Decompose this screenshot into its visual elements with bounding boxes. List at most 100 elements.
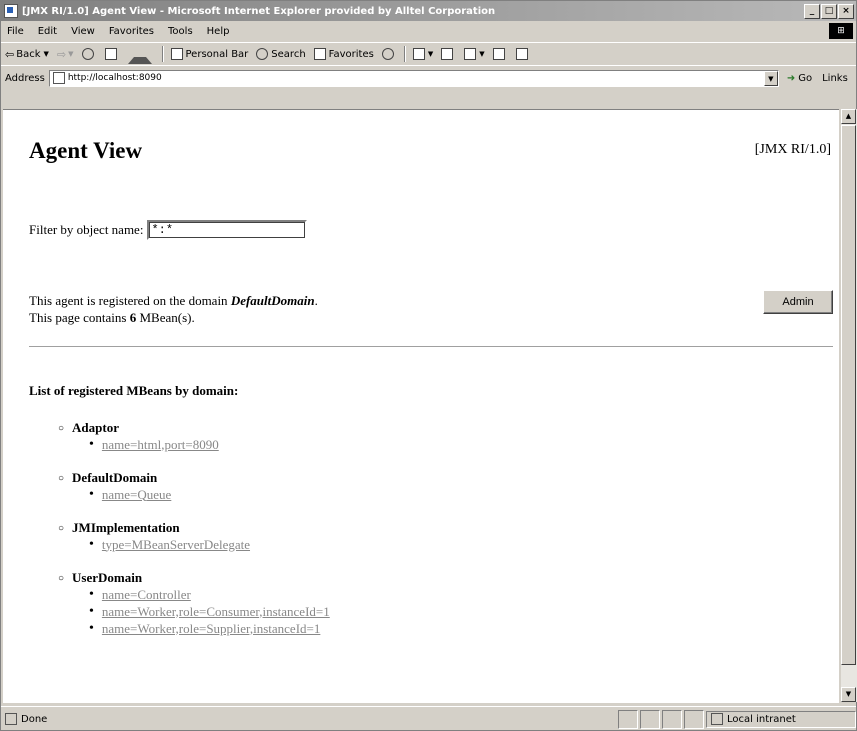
mbean-link[interactable]: name=Worker,role=Supplier,instanceId=1 bbox=[102, 621, 320, 637]
mail-icon bbox=[412, 48, 425, 60]
print-button[interactable] bbox=[437, 48, 460, 60]
domain-list: Adaptor name=html,port=8090 DefaultDomai… bbox=[58, 420, 330, 654]
domain-name: DefaultDomain bbox=[230, 293, 315, 308]
word-icon bbox=[464, 48, 477, 60]
refresh-button[interactable] bbox=[101, 48, 124, 60]
links-button[interactable]: Links bbox=[822, 73, 848, 84]
search-button[interactable]: Search bbox=[252, 48, 309, 60]
domain-item: UserDomain name=Controller name=Worker,r… bbox=[58, 570, 330, 637]
go-arrow-icon: ➜ bbox=[786, 72, 796, 84]
scroll-thumb[interactable] bbox=[841, 125, 856, 665]
menu-favorites[interactable]: Favorites bbox=[103, 26, 162, 37]
favorites-icon bbox=[313, 48, 326, 60]
status-text: Done bbox=[21, 713, 48, 725]
mbean-link[interactable]: name=Queue bbox=[102, 487, 171, 503]
status-cell bbox=[640, 709, 660, 729]
address-bar: Address http://localhost:8090 ▼ ➜ Go Lin… bbox=[1, 65, 856, 90]
browser-window: [JMX RI/1.0] Agent View - Microsoft Inte… bbox=[0, 0, 857, 731]
list-item: name=Worker,role=Consumer,instanceId=1 bbox=[102, 603, 330, 620]
scroll-up-icon[interactable]: ▲ bbox=[841, 109, 856, 124]
scroll-down-icon[interactable]: ▼ bbox=[841, 687, 856, 702]
status-cell bbox=[684, 709, 704, 729]
status-cell bbox=[618, 709, 638, 729]
domain-name: JMImplementation bbox=[58, 520, 330, 536]
list-item: name=Controller bbox=[102, 586, 330, 603]
messenger-icon bbox=[515, 48, 528, 60]
page-done-icon bbox=[5, 713, 17, 725]
stop-icon bbox=[81, 48, 94, 60]
back-label: Back bbox=[16, 48, 41, 60]
intranet-icon bbox=[711, 713, 723, 725]
menu-view[interactable]: View bbox=[65, 26, 103, 37]
domain-item: Adaptor name=html,port=8090 bbox=[58, 420, 330, 453]
personal-bar-label: Personal Bar bbox=[185, 48, 249, 60]
refresh-icon bbox=[104, 48, 117, 60]
mbean-link[interactable]: name=Controller bbox=[102, 587, 191, 603]
mail-dropdown-icon: ▼ bbox=[427, 50, 434, 58]
go-label: Go bbox=[798, 72, 813, 84]
personal-bar-icon bbox=[170, 48, 183, 60]
title-bar: [JMX RI/1.0] Agent View - Microsoft Inte… bbox=[1, 1, 856, 21]
toolbar-divider bbox=[403, 46, 406, 62]
favorites-label: Favorites bbox=[328, 48, 374, 60]
forward-dropdown-icon: ▼ bbox=[68, 50, 74, 58]
home-button[interactable] bbox=[124, 45, 159, 64]
filter-label: Filter by object name: bbox=[29, 222, 144, 237]
divider bbox=[29, 346, 833, 348]
history-icon bbox=[381, 48, 394, 60]
close-button[interactable]: × bbox=[838, 3, 854, 19]
agent-info: This agent is registered on the domain D… bbox=[29, 292, 318, 326]
domain-name: Adaptor bbox=[58, 420, 330, 436]
menu-edit[interactable]: Edit bbox=[32, 26, 65, 37]
page-icon bbox=[52, 72, 65, 84]
count-prefix: This page contains bbox=[29, 310, 130, 325]
page-content: Agent View [JMX RI/1.0] Filter by object… bbox=[3, 109, 839, 703]
history-button[interactable] bbox=[378, 48, 401, 60]
home-icon bbox=[127, 45, 152, 64]
minimize-button[interactable]: _ bbox=[804, 3, 820, 19]
back-dropdown-icon[interactable]: ▼ bbox=[44, 50, 49, 58]
favorites-button[interactable]: Favorites bbox=[310, 48, 378, 60]
maximize-button[interactable]: □ bbox=[821, 3, 837, 19]
zone-label: Local intranet bbox=[727, 713, 796, 725]
zone-indicator: Local intranet bbox=[706, 710, 856, 728]
info-prefix: This agent is registered on the domain bbox=[29, 293, 231, 308]
forward-button[interactable]: ⇨ ▼ bbox=[53, 48, 78, 61]
filter-input[interactable] bbox=[147, 220, 308, 240]
list-item: type=MBeanServerDelegate bbox=[102, 536, 330, 553]
word-dropdown-icon: ▼ bbox=[479, 50, 485, 58]
status-bar: Done Local intranet bbox=[1, 706, 856, 731]
back-arrow-icon: ⇦ bbox=[5, 47, 15, 61]
info-suffix: . bbox=[314, 293, 318, 308]
domain-item: DefaultDomain name=Queue bbox=[58, 470, 330, 503]
menu-file[interactable]: File bbox=[1, 26, 32, 37]
list-heading: List of registered MBeans by domain: bbox=[29, 383, 239, 398]
forward-arrow-icon: ⇨ bbox=[56, 47, 67, 61]
go-button[interactable]: ➜ Go bbox=[787, 73, 812, 84]
status-cell bbox=[662, 709, 682, 729]
personal-bar-button[interactable]: Personal Bar bbox=[167, 48, 253, 60]
mail-button[interactable]: ▼ bbox=[409, 48, 437, 60]
mbean-link[interactable]: name=Worker,role=Consumer,instanceId=1 bbox=[102, 604, 330, 620]
domain-name: UserDomain bbox=[58, 570, 330, 586]
address-input[interactable]: http://localhost:8090 ▼ bbox=[48, 69, 779, 87]
admin-button[interactable]: Admin bbox=[763, 290, 833, 314]
messenger-button[interactable] bbox=[512, 48, 535, 60]
vertical-scrollbar[interactable]: ▲ ▼ bbox=[840, 109, 857, 702]
ie-icon bbox=[4, 4, 18, 18]
menu-help[interactable]: Help bbox=[201, 26, 238, 37]
filter-row: Filter by object name: bbox=[29, 220, 308, 240]
back-button[interactable]: ⇦ Back ▼ bbox=[1, 48, 53, 61]
menu-tools[interactable]: Tools bbox=[162, 26, 201, 37]
domain-item: JMImplementation type=MBeanServerDelegat… bbox=[58, 520, 330, 553]
menu-bar: File Edit View Favorites Tools Help ⊞ bbox=[1, 22, 856, 41]
word-button[interactable]: ▼ bbox=[460, 48, 488, 60]
discuss-button[interactable] bbox=[489, 48, 512, 60]
address-url: http://localhost:8090 bbox=[67, 73, 162, 83]
stop-button[interactable] bbox=[78, 48, 101, 60]
address-dropdown-icon[interactable]: ▼ bbox=[763, 70, 778, 86]
window-title: [JMX RI/1.0] Agent View - Microsoft Inte… bbox=[22, 5, 496, 17]
page-title: Agent View bbox=[29, 138, 143, 163]
mbean-link[interactable]: name=html,port=8090 bbox=[102, 437, 219, 453]
mbean-link[interactable]: type=MBeanServerDelegate bbox=[102, 537, 250, 553]
